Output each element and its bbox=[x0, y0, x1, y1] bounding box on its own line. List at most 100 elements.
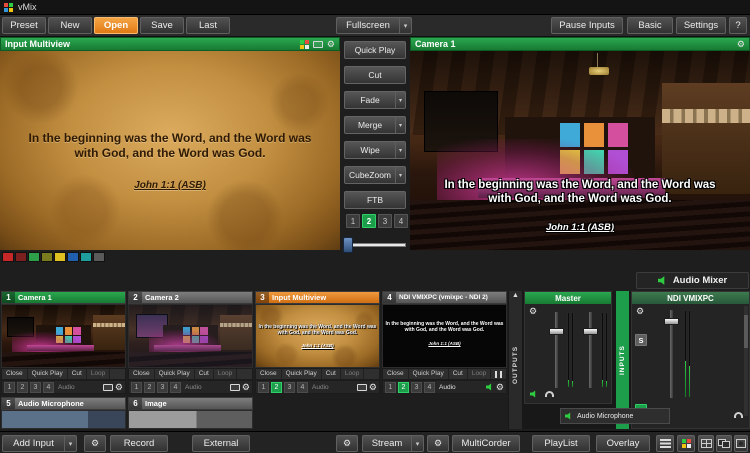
input-5-thumbnail[interactable] bbox=[1, 410, 126, 429]
overlay-3-toggle[interactable]: 3 bbox=[411, 382, 422, 393]
layout-grid-button[interactable] bbox=[698, 435, 714, 452]
preview-header[interactable]: Input Multiview ⚙ bbox=[0, 37, 340, 51]
external-settings-button[interactable]: ⚙ bbox=[336, 435, 358, 452]
save-button[interactable]: Save bbox=[140, 17, 184, 34]
overlay-4-toggle[interactable]: 4 bbox=[170, 382, 181, 393]
audio-on-speaker-icon[interactable] bbox=[486, 383, 494, 391]
overlay-1-toggle[interactable]: 1 bbox=[258, 382, 269, 393]
input-gear-icon[interactable]: ⚙ bbox=[115, 383, 123, 392]
overlay-2-toggle[interactable]: 2 bbox=[144, 382, 155, 393]
overlay-2-toggle[interactable]: 2 bbox=[398, 382, 409, 393]
ftb-button[interactable]: FTB bbox=[344, 191, 406, 209]
merge-button[interactable]: Merge▾ bbox=[344, 116, 406, 134]
quick-play-button[interactable]: Quick Play bbox=[155, 369, 195, 379]
merge-dropdown-icon[interactable]: ▾ bbox=[395, 117, 405, 133]
fade-button[interactable]: Fade▾ bbox=[344, 91, 406, 109]
overlay-3-toggle[interactable]: 3 bbox=[30, 382, 41, 393]
cut-button[interactable]: Cut bbox=[322, 369, 341, 379]
stream-dropdown-icon[interactable]: ▾ bbox=[411, 436, 423, 451]
color-swatch[interactable] bbox=[41, 252, 53, 262]
basic-button[interactable]: Basic bbox=[627, 17, 673, 34]
close-button[interactable]: Close bbox=[383, 369, 409, 379]
input-1-header[interactable]: 1 Camera 1 bbox=[1, 291, 126, 304]
cubezoom-dropdown-icon[interactable]: ▾ bbox=[395, 167, 405, 183]
overlay-1-toggle[interactable]: 1 bbox=[131, 382, 142, 393]
menu-button[interactable] bbox=[656, 435, 674, 452]
help-button[interactable]: ? bbox=[729, 17, 747, 34]
cut-button[interactable]: Cut bbox=[449, 369, 468, 379]
input-4-thumbnail[interactable]: In the beginning was the Word, and the W… bbox=[382, 304, 507, 368]
audio-label[interactable]: Audio bbox=[312, 384, 329, 391]
overlay-3-toggle[interactable]: 3 bbox=[284, 382, 295, 393]
fullscreen-toggle-button[interactable] bbox=[734, 435, 748, 452]
loop-button[interactable]: Loop bbox=[214, 369, 237, 379]
color-swatch[interactable] bbox=[2, 252, 14, 262]
input-6-thumbnail[interactable] bbox=[128, 410, 253, 429]
playlist-button[interactable]: PlayList bbox=[532, 435, 590, 452]
overlay-1-toggle[interactable]: 1 bbox=[385, 382, 396, 393]
wipe-dropdown-icon[interactable]: ▾ bbox=[395, 142, 405, 158]
close-button[interactable]: Close bbox=[256, 369, 282, 379]
master-strip-header[interactable]: Master bbox=[525, 292, 611, 304]
headphone-icon[interactable] bbox=[545, 391, 554, 397]
stream-settings-button[interactable]: ⚙ bbox=[427, 435, 449, 452]
overlay-1-toggle[interactable]: 1 bbox=[4, 382, 15, 393]
last-button[interactable]: Last bbox=[186, 17, 230, 34]
audio-label[interactable]: Audio bbox=[58, 384, 75, 391]
input-gear-icon[interactable]: ⚙ bbox=[369, 383, 377, 392]
transition-tbar-handle[interactable] bbox=[343, 237, 353, 253]
color-swatch[interactable] bbox=[28, 252, 40, 262]
multiview-layout-icon[interactable] bbox=[300, 40, 309, 49]
overlay-2-toggle[interactable]: 2 bbox=[271, 382, 282, 393]
overlay-4-toggle[interactable]: 4 bbox=[43, 382, 54, 393]
overlay-2-toggle[interactable]: 2 bbox=[17, 382, 28, 393]
fullscreen-monitor-icon[interactable] bbox=[103, 384, 113, 391]
input-3-header[interactable]: 3 Input Multiview bbox=[255, 291, 380, 304]
color-swatch[interactable] bbox=[54, 252, 66, 262]
fade-dropdown-icon[interactable]: ▾ bbox=[395, 92, 405, 108]
input-4-header[interactable]: 4 NDI VMIXPC (vmixpc - NDI 2) bbox=[382, 291, 507, 304]
quick-play-button[interactable]: Quick Play bbox=[282, 369, 322, 379]
input-gear-icon[interactable]: ⚙ bbox=[496, 383, 504, 392]
output-4-button[interactable]: 4 bbox=[394, 214, 408, 228]
new-button[interactable]: New bbox=[48, 17, 92, 34]
program-header[interactable]: Camera 1 ⚙ bbox=[410, 37, 750, 51]
fullscreen-button[interactable]: Fullscreen▾ bbox=[336, 17, 412, 34]
multicorder-button[interactable]: MultiCorder bbox=[452, 435, 520, 452]
audio-label[interactable]: Audio bbox=[185, 384, 202, 391]
ndi-strip-header[interactable]: NDI VMIXPC bbox=[632, 292, 749, 304]
master-fader-handle[interactable] bbox=[549, 328, 564, 335]
output-2-button[interactable]: 2 bbox=[362, 214, 376, 228]
input-3-thumbnail[interactable]: In the beginning was the Word, and the W… bbox=[255, 304, 380, 368]
master-gear-icon[interactable]: ⚙ bbox=[529, 307, 537, 316]
mic-mini-strip[interactable]: Audio Microphone bbox=[560, 408, 670, 424]
quick-play-button[interactable]: Quick Play bbox=[344, 41, 406, 59]
input-1-thumbnail[interactable] bbox=[1, 304, 126, 368]
input-2-thumbnail[interactable] bbox=[128, 304, 253, 368]
audio-mixer-toggle-button[interactable]: Audio Mixer bbox=[636, 272, 749, 289]
input-2-header[interactable]: 2 Camera 2 bbox=[128, 291, 253, 304]
close-button[interactable]: Close bbox=[129, 369, 155, 379]
wipe-button[interactable]: Wipe▾ bbox=[344, 141, 406, 159]
cut-button[interactable]: Cut bbox=[344, 66, 406, 84]
overlay-4-toggle[interactable]: 4 bbox=[424, 382, 435, 393]
mixer-scrollbar[interactable] bbox=[744, 306, 748, 416]
loop-button[interactable]: Loop bbox=[468, 369, 491, 379]
overlay-3-toggle[interactable]: 3 bbox=[157, 382, 168, 393]
master-speaker-icon[interactable] bbox=[530, 390, 538, 398]
external-button[interactable]: External bbox=[192, 435, 250, 452]
open-button[interactable]: Open bbox=[94, 17, 138, 34]
add-input-settings-button[interactable]: ⚙ bbox=[84, 435, 106, 452]
record-button[interactable]: Record bbox=[110, 435, 168, 452]
preset-button[interactable]: Preset bbox=[2, 17, 46, 34]
monitor-icon[interactable] bbox=[313, 41, 323, 48]
mixer-headphone-icon[interactable] bbox=[734, 412, 743, 418]
input-6-header[interactable]: 6 Image bbox=[128, 397, 253, 410]
output-3-button[interactable]: 3 bbox=[378, 214, 392, 228]
transition-tbar-track[interactable] bbox=[344, 243, 406, 247]
audio-label[interactable]: Audio bbox=[439, 384, 456, 391]
scroll-up-icon[interactable]: ▲ bbox=[512, 291, 519, 301]
cut-button[interactable]: Cut bbox=[68, 369, 87, 379]
color-swatch[interactable] bbox=[80, 252, 92, 262]
cubezoom-button[interactable]: CubeZoom▾ bbox=[344, 166, 406, 184]
